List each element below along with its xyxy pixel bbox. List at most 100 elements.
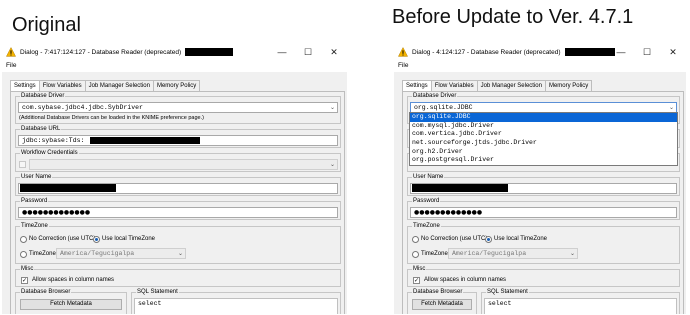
sql-statement-group: SQL Statement select (131, 289, 341, 314)
chevron-down-icon: ⌄ (329, 161, 335, 168)
user-name-group: User Name (15, 174, 341, 196)
window-title: Dialog - 7:417:124:127 - Database Reader… (20, 48, 182, 56)
tab-bar: Settings Flow Variables Job Manager Sele… (10, 80, 201, 91)
settings-content: Database Driver org.sqlite.JDBC ⌄ org.sq… (402, 91, 684, 314)
no-correction-radio[interactable] (412, 236, 419, 243)
misc-label: Misc (412, 266, 427, 273)
driver-dropdown-list: org.sqlite.JDBC com.mysql.jdbc.Driver co… (409, 112, 678, 167)
sql-statement-group: SQL Statement select (481, 289, 680, 314)
tab-job-manager-selection[interactable]: Job Manager Selection (84, 80, 154, 91)
menu-file[interactable]: File (2, 60, 347, 72)
database-driver-value: com.sybase.jdbc4.jdbc.SybDriver (22, 104, 143, 111)
database-driver-label: Database Driver (412, 93, 458, 100)
redacted-username (412, 184, 508, 193)
password-field[interactable]: ●●●●●●●●●●●●● (410, 207, 677, 218)
maximize-button[interactable]: ☐ (295, 44, 321, 60)
timezone-radio[interactable] (20, 251, 27, 258)
user-name-label: User Name (20, 174, 53, 181)
tab-settings[interactable]: Settings (402, 80, 432, 91)
redacted-url (90, 136, 201, 144)
database-driver-select[interactable]: com.sybase.jdbc4.jdbc.SybDriver ⌄ (18, 102, 338, 113)
sql-statement-editor[interactable]: select (484, 298, 677, 314)
caption-original: Original (12, 14, 81, 36)
sql-statement-value: select (138, 300, 162, 307)
database-browser-label: Database Browser (412, 289, 464, 296)
driver-note: (Additional Database Drivers can be load… (19, 115, 204, 121)
database-driver-label: Database Driver (20, 93, 66, 100)
tab-memory-policy[interactable]: Memory Policy (152, 80, 201, 91)
driver-option[interactable]: org.h2.Driver (410, 148, 677, 157)
database-browser-group: Database Browser Fetch Metadata (407, 289, 477, 314)
sql-statement-value: select (488, 300, 512, 307)
timezone-select[interactable]: America/Tegucigalpa ⌄ (448, 248, 578, 259)
database-url-field[interactable]: jdbc:sybase:Tds: (18, 135, 338, 146)
chevron-down-icon: ⌄ (668, 104, 674, 111)
sql-statement-editor[interactable]: select (134, 298, 338, 314)
use-local-timezone-radio[interactable] (93, 236, 100, 243)
user-name-field[interactable] (18, 183, 338, 194)
timezone-select[interactable]: America/Tegucigalpa ⌄ (56, 248, 186, 259)
close-button[interactable]: ✕ (660, 44, 686, 60)
fetch-metadata-button[interactable]: Fetch Metadata (412, 299, 472, 310)
misc-group: Misc ✓ Allow spaces in column names (15, 266, 341, 287)
tab-settings[interactable]: Settings (10, 80, 40, 91)
fetch-metadata-button[interactable]: Fetch Metadata (20, 299, 122, 310)
allow-spaces-label: Allow spaces in column names (424, 277, 507, 283)
database-browser-label: Database Browser (20, 289, 72, 296)
timezone-label: TimeZone (20, 223, 49, 230)
no-correction-label: No Correction (use UTC) (421, 236, 488, 242)
use-local-timezone-radio[interactable] (485, 236, 492, 243)
left-dialog-window: Dialog - 7:417:124:127 - Database Reader… (2, 44, 347, 314)
minimize-button[interactable]: — (269, 44, 295, 60)
workflow-credentials-checkbox[interactable] (19, 161, 26, 168)
no-correction-label: No Correction (use UTC) (29, 236, 96, 242)
workflow-credentials-group: Workflow Credentials ⌄ (15, 150, 341, 172)
sql-statement-label: SQL Statement (486, 289, 529, 296)
caption-before-update: Before Update to Ver. 4.7.1 (392, 6, 634, 28)
maximize-button[interactable]: ☐ (634, 44, 660, 60)
user-name-field[interactable] (410, 183, 677, 194)
tab-memory-policy[interactable]: Memory Policy (544, 80, 593, 91)
driver-option[interactable]: org.postgresql.Driver (410, 156, 677, 165)
password-field[interactable]: ●●●●●●●●●●●●● (18, 207, 338, 218)
allow-spaces-label: Allow spaces in column names (32, 277, 115, 283)
chevron-down-icon: ⌄ (177, 250, 183, 257)
timezone-group: TimeZone No Correction (use UTC) Use loc… (15, 223, 341, 264)
settings-content: Database Driver com.sybase.jdbc4.jdbc.Sy… (10, 91, 345, 314)
timezone-value: America/Tegucigalpa (452, 250, 527, 257)
workflow-credentials-label: Workflow Credentials (20, 150, 79, 157)
password-group: Password ●●●●●●●●●●●●● (15, 198, 341, 220)
workflow-credentials-select[interactable]: ⌄ (29, 159, 338, 170)
misc-group: Misc ✓ Allow spaces in column names (407, 266, 680, 287)
timezone-radio[interactable] (412, 251, 419, 258)
driver-option[interactable]: com.vertica.jdbc.Driver (410, 130, 677, 139)
timezone-label: TimeZone (412, 223, 441, 230)
menu-file[interactable]: File (394, 60, 686, 72)
sql-statement-label: SQL Statement (136, 289, 179, 296)
tab-flow-variables[interactable]: Flow Variables (38, 80, 86, 91)
allow-spaces-checkbox[interactable]: ✓ (21, 277, 28, 284)
driver-option[interactable]: net.sourceforge.jtds.jdbc.Driver (410, 139, 677, 148)
driver-option[interactable]: org.sqlite.JDBC (410, 113, 677, 122)
right-dialog-window: Dialog - 4:124:127 - Database Reader (de… (394, 44, 686, 314)
password-value: ●●●●●●●●●●●●● (414, 209, 483, 216)
minimize-button[interactable]: — (608, 44, 634, 60)
user-name-group: User Name (407, 174, 680, 196)
window-title: Dialog - 4:124:127 - Database Reader (de… (412, 48, 561, 56)
warning-icon (398, 47, 408, 57)
database-browser-group: Database Browser Fetch Metadata (15, 289, 127, 314)
no-correction-radio[interactable] (20, 236, 27, 243)
allow-spaces-checkbox[interactable]: ✓ (413, 277, 420, 284)
database-driver-value: org.sqlite.JDBC (414, 104, 473, 111)
redacted-username (20, 184, 116, 193)
user-name-label: User Name (412, 174, 445, 181)
chevron-down-icon: ⌄ (329, 104, 335, 111)
tab-flow-variables[interactable]: Flow Variables (430, 80, 478, 91)
use-local-timezone-label: Use local TimeZone (494, 236, 548, 242)
tab-job-manager-selection[interactable]: Job Manager Selection (476, 80, 546, 91)
close-button[interactable]: ✕ (321, 44, 347, 60)
driver-option[interactable]: com.mysql.jdbc.Driver (410, 122, 677, 131)
tab-bar: Settings Flow Variables Job Manager Sele… (402, 80, 593, 91)
database-driver-group: Database Driver com.sybase.jdbc4.jdbc.Sy… (15, 93, 341, 124)
database-url-value: jdbc:sybase:Tds: (22, 137, 85, 144)
